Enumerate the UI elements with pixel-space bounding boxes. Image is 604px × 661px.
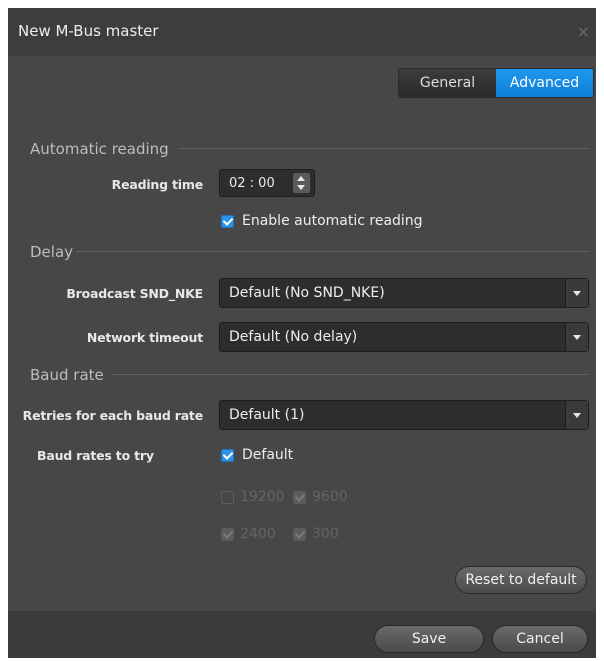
baud-300-checkbox	[293, 528, 306, 541]
reset-to-default-button[interactable]: Reset to default	[455, 566, 587, 594]
chevron-down-icon	[573, 291, 581, 296]
spin-up-icon[interactable]	[297, 176, 305, 181]
enable-automatic-reading-label[interactable]: Enable automatic reading	[242, 213, 423, 229]
dropdown-button[interactable]	[565, 323, 588, 351]
chevron-down-icon	[573, 335, 581, 340]
tab-general[interactable]: General	[399, 69, 496, 97]
baud-300-label: 300	[312, 526, 339, 542]
section-delay: Delay	[30, 243, 74, 261]
baud-default-checkbox[interactable]	[221, 449, 234, 462]
retries-label: Retries for each baud rate	[22, 408, 204, 423]
baud-19200-label: 19200	[240, 489, 285, 505]
section-divider	[112, 374, 588, 375]
dialog-content: General Advanced Automatic reading Readi…	[8, 56, 596, 611]
baud-rates-to-try-label: Baud rates to try	[37, 448, 154, 463]
reading-time-label: Reading time	[111, 177, 204, 192]
baud-default-label[interactable]: Default	[242, 447, 293, 463]
baud-9600-label: 9600	[312, 489, 348, 505]
section-baud-rate: Baud rate	[30, 366, 104, 384]
save-button[interactable]: Save	[374, 625, 484, 653]
title-bar: New M-Bus master ×	[8, 8, 596, 56]
section-divider	[76, 251, 588, 252]
section-automatic-reading: Automatic reading	[30, 140, 169, 158]
dialog-window: New M-Bus master × General Advanced Auto…	[8, 8, 596, 658]
broadcast-snd-nke-label: Broadcast SND_NKE	[66, 286, 203, 301]
spin-down-icon[interactable]	[297, 185, 305, 190]
window-title: New M-Bus master	[18, 22, 159, 40]
reading-time-value: 02 : 00	[229, 176, 275, 191]
dropdown-button[interactable]	[565, 401, 588, 429]
baud-19200-checkbox	[221, 491, 234, 504]
time-spinner[interactable]	[293, 173, 310, 193]
network-timeout-label: Network timeout	[86, 330, 203, 345]
network-timeout-value: Default (No delay)	[229, 329, 358, 345]
reading-time-input[interactable]: 02 : 00	[219, 169, 315, 197]
section-divider	[180, 148, 588, 149]
enable-automatic-reading-checkbox[interactable]	[221, 215, 234, 228]
retries-value: Default (1)	[229, 407, 305, 423]
network-timeout-dropdown[interactable]: Default (No delay)	[219, 322, 589, 352]
dropdown-button[interactable]	[565, 279, 588, 307]
baud-2400-checkbox	[221, 528, 234, 541]
cancel-button[interactable]: Cancel	[492, 625, 588, 653]
tab-bar: General Advanced	[398, 68, 594, 98]
chevron-down-icon	[573, 413, 581, 418]
close-icon[interactable]: ×	[577, 22, 590, 41]
tab-advanced[interactable]: Advanced	[496, 69, 593, 97]
dialog-footer: Save Cancel	[8, 611, 596, 658]
baud-9600-checkbox	[293, 491, 306, 504]
broadcast-snd-nke-dropdown[interactable]: Default (No SND_NKE)	[219, 278, 589, 308]
retries-dropdown[interactable]: Default (1)	[219, 400, 589, 430]
baud-2400-label: 2400	[240, 526, 276, 542]
broadcast-snd-nke-value: Default (No SND_NKE)	[229, 285, 385, 301]
